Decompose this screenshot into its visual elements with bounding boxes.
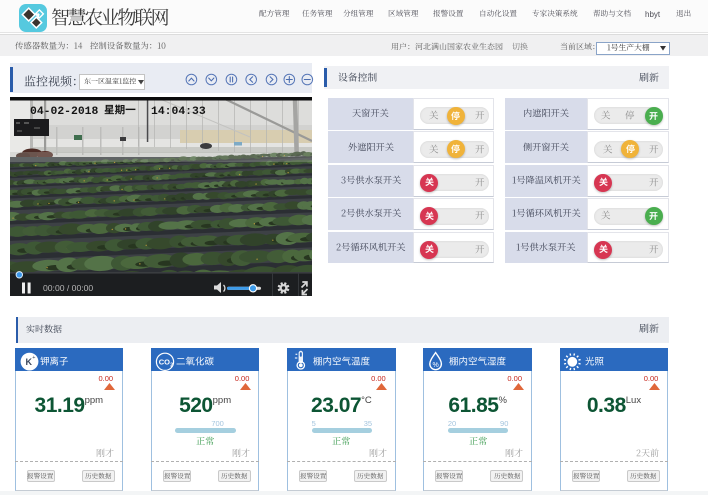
svg-text:%: %: [433, 362, 439, 369]
svg-text:2: 2: [170, 363, 173, 369]
svg-text:14:04:33: 14:04:33: [151, 106, 206, 118]
svg-text:04-02-2018: 04-02-2018: [30, 106, 99, 118]
svg-text:00:00 / 00:00: 00:00 / 00:00: [43, 283, 93, 293]
svg-text:+: +: [32, 355, 35, 361]
svg-text:CO: CO: [159, 357, 170, 366]
